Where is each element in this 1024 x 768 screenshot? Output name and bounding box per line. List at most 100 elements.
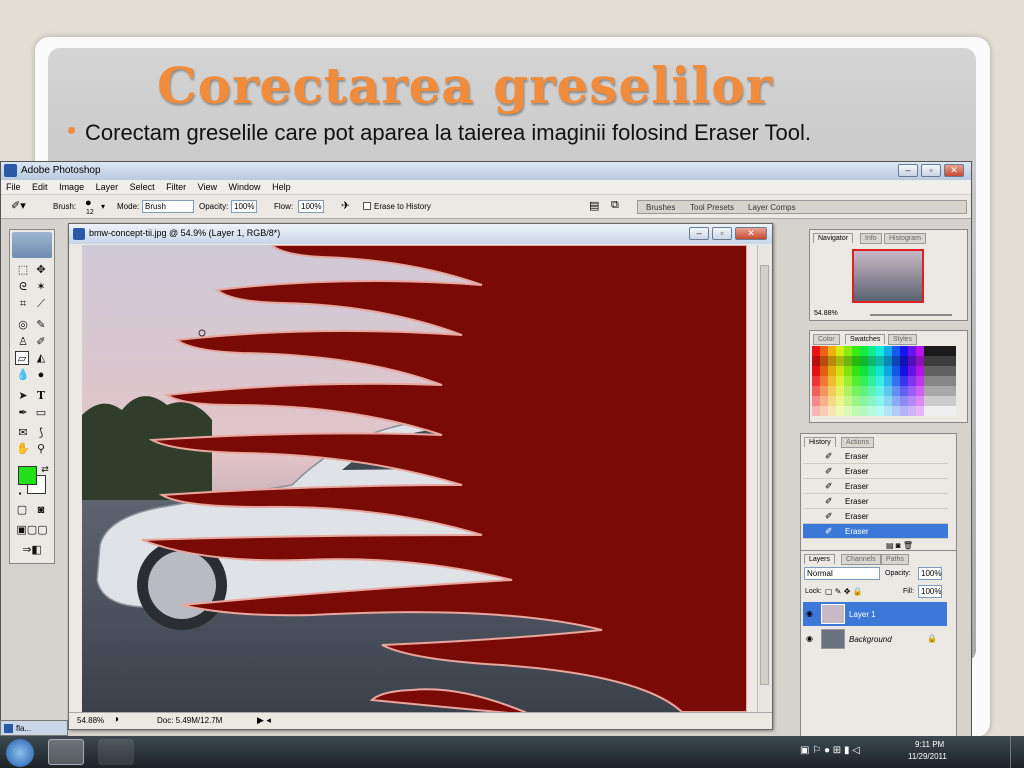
swatch-cell[interactable] xyxy=(812,386,820,396)
swatch-cell[interactable] xyxy=(812,376,820,386)
swatch-cell[interactable] xyxy=(820,396,828,406)
taskbar-photoshop-icon[interactable] xyxy=(48,739,84,765)
erase-history-checkbox[interactable] xyxy=(363,202,371,210)
swatch-cell[interactable] xyxy=(812,366,820,376)
swatch-cell[interactable] xyxy=(908,396,916,406)
well-brushes[interactable]: Brushes xyxy=(646,203,675,212)
standard-mode-icon[interactable]: ▢ xyxy=(15,503,29,517)
menu-edit[interactable]: Edit xyxy=(32,180,48,194)
swatch-cell[interactable] xyxy=(948,396,956,406)
swatch-cell[interactable] xyxy=(828,376,836,386)
swatch-cell[interactable] xyxy=(932,346,940,356)
swatch-cell[interactable] xyxy=(940,356,948,366)
swatch-cell[interactable] xyxy=(908,386,916,396)
tab-color[interactable]: Color xyxy=(813,334,840,345)
swatch-cell[interactable] xyxy=(820,386,828,396)
swatch-cell[interactable] xyxy=(860,406,868,416)
zoom-icon[interactable]: ◑ xyxy=(113,714,119,725)
menu-view[interactable]: View xyxy=(198,180,217,194)
swatch-cell[interactable] xyxy=(868,356,876,366)
swatch-cell[interactable] xyxy=(812,356,820,366)
history-item[interactable]: Eraser ✐ xyxy=(803,464,948,479)
path-select-icon[interactable]: ➤ xyxy=(16,389,30,403)
swatch-cell[interactable] xyxy=(932,366,940,376)
visibility-eye-icon[interactable]: ◉ xyxy=(806,609,813,618)
swatch-cell[interactable] xyxy=(884,346,892,356)
swatch-cell[interactable] xyxy=(820,406,828,416)
doc-close-button[interactable]: ✕ xyxy=(735,227,767,240)
swatch-cell[interactable] xyxy=(948,376,956,386)
history-brush-icon[interactable]: ✐ xyxy=(34,335,48,349)
well-tool-presets[interactable]: Tool Presets xyxy=(690,203,734,212)
swatch-cell[interactable] xyxy=(852,406,860,416)
vertical-scrollbar[interactable] xyxy=(757,245,771,712)
magic-wand-icon[interactable]: ✶ xyxy=(34,280,48,294)
swatch-cell[interactable] xyxy=(908,346,916,356)
swatch-cell[interactable] xyxy=(836,366,844,376)
opacity-field[interactable]: 100% xyxy=(231,200,257,213)
marquee-icon[interactable]: ⬚ xyxy=(16,263,30,277)
menu-window[interactable]: Window xyxy=(229,180,261,194)
brush-preview-icon[interactable]: ● xyxy=(85,197,92,209)
history-item[interactable]: Eraser ✐ xyxy=(803,494,948,509)
history-item[interactable]: Eraser ✐ xyxy=(803,479,948,494)
menu-help[interactable]: Help xyxy=(272,180,291,194)
lock-icons[interactable]: ▢ ✎ ✥ 🔒 xyxy=(825,587,863,596)
swatch-cell[interactable] xyxy=(820,346,828,356)
swatch-cell[interactable] xyxy=(940,366,948,376)
swatch-cell[interactable] xyxy=(876,356,884,366)
tab-info[interactable]: Info xyxy=(860,233,882,244)
zoom-icon[interactable]: ⚲ xyxy=(34,442,48,456)
swatch-cell[interactable] xyxy=(924,366,932,376)
image-canvas[interactable] xyxy=(82,245,747,712)
swatch-cell[interactable] xyxy=(916,366,924,376)
lasso-icon[interactable]: ᘓ xyxy=(16,280,30,294)
notes-icon[interactable]: ✉ xyxy=(16,426,30,440)
swatch-cell[interactable] xyxy=(860,346,868,356)
swatch-cell[interactable] xyxy=(852,366,860,376)
swatch-cell[interactable] xyxy=(900,356,908,366)
navigator-thumbnail[interactable] xyxy=(852,249,924,303)
swatch-cell[interactable] xyxy=(876,366,884,376)
swatch-cell[interactable] xyxy=(940,406,948,416)
history-item-selected[interactable]: Eraser ✐ xyxy=(803,524,948,539)
history-item[interactable]: Eraser ✐ xyxy=(803,509,948,524)
swatch-cell[interactable] xyxy=(844,366,852,376)
tab-paths[interactable]: Paths xyxy=(881,554,909,565)
swatch-cell[interactable] xyxy=(868,396,876,406)
brush-dropdown-icon[interactable]: ▾ xyxy=(101,202,105,211)
taskbar-media-icon[interactable] xyxy=(98,739,134,765)
move-icon[interactable]: ✥ xyxy=(34,263,48,277)
swatch-cell[interactable] xyxy=(892,356,900,366)
blend-mode-select[interactable]: Normal xyxy=(804,567,880,580)
swatch-cell[interactable] xyxy=(844,406,852,416)
zoom-readout[interactable]: 54.88% xyxy=(77,716,104,725)
swatch-cell[interactable] xyxy=(900,366,908,376)
swatch-cell[interactable] xyxy=(844,396,852,406)
flow-field[interactable]: 100% xyxy=(298,200,324,213)
swatch-cell[interactable] xyxy=(916,386,924,396)
swatch-cell[interactable] xyxy=(868,366,876,376)
eyedropper-icon[interactable]: ⟆ xyxy=(34,426,48,440)
tab-history[interactable]: History xyxy=(804,437,836,447)
swatch-cell[interactable] xyxy=(908,366,916,376)
scroll-thumb[interactable] xyxy=(760,265,769,685)
swatch-cell[interactable] xyxy=(916,346,924,356)
menu-layer[interactable]: Layer xyxy=(96,180,119,194)
swatch-grid[interactable] xyxy=(812,346,958,421)
close-button[interactable]: ✕ xyxy=(944,164,964,177)
type-icon[interactable]: T xyxy=(34,389,48,403)
status-menu-arrow-icon[interactable]: ▶ ◂ xyxy=(257,715,271,726)
swatch-cell[interactable] xyxy=(844,376,852,386)
swatch-cell[interactable] xyxy=(852,396,860,406)
swatch-cell[interactable] xyxy=(860,396,868,406)
swatch-cell[interactable] xyxy=(828,366,836,376)
swatch-cell[interactable] xyxy=(908,406,916,416)
pen-icon[interactable]: ✒ xyxy=(16,406,30,420)
doc-minimize-button[interactable]: – xyxy=(689,227,709,240)
healing-icon[interactable]: ◎ xyxy=(16,318,30,332)
dodge-icon[interactable]: ● xyxy=(34,368,48,382)
swatch-cell[interactable] xyxy=(940,396,948,406)
tab-channels[interactable]: Channels xyxy=(841,554,881,565)
swatch-cell[interactable] xyxy=(828,406,836,416)
